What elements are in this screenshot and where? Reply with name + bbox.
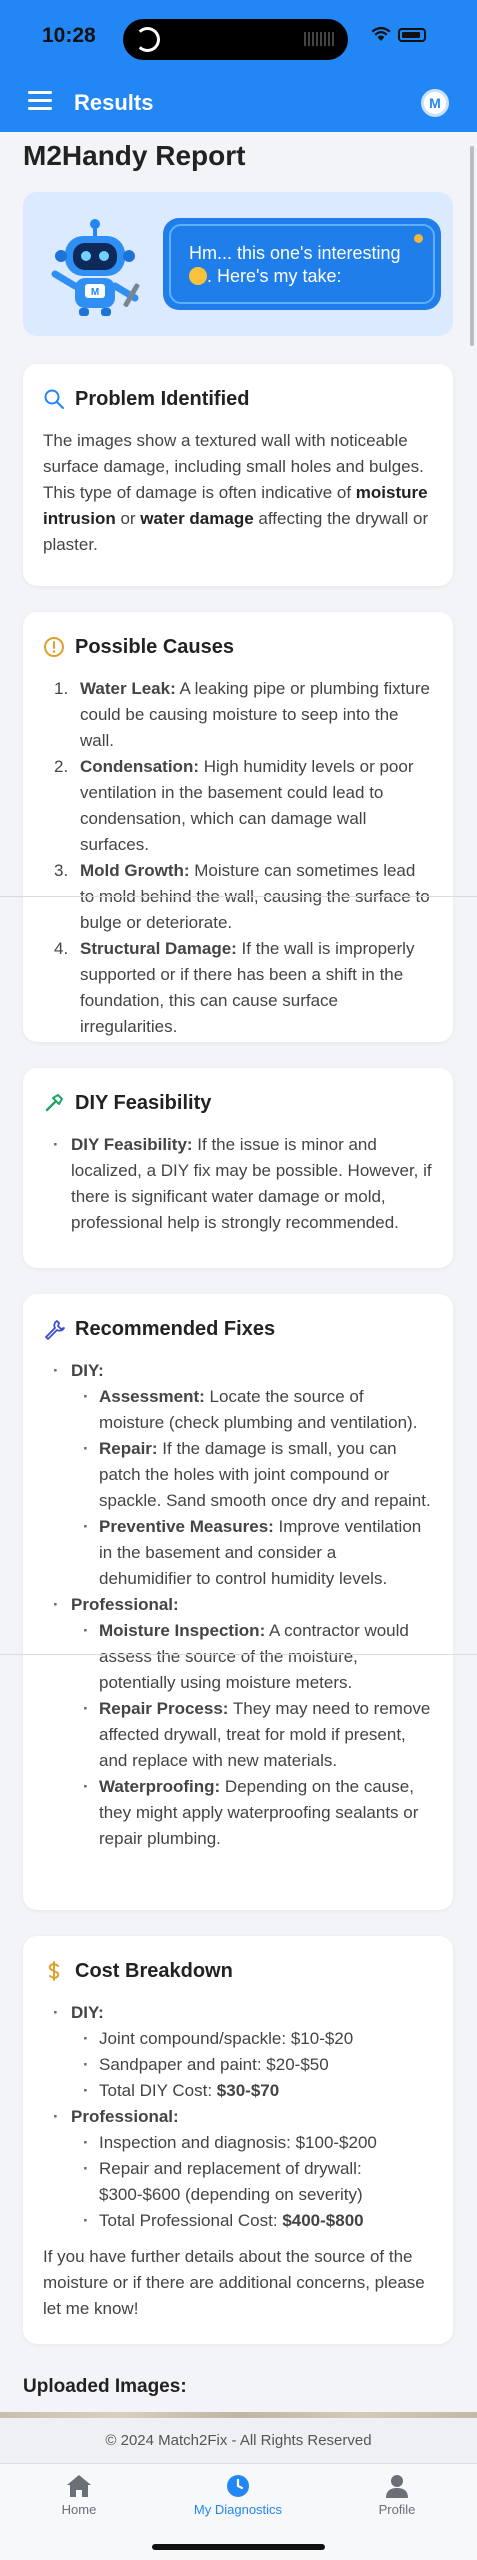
footer: © 2024 Match2Fix - All Rights Reserved (0, 2418, 477, 2464)
bubble-text-2: . Here's my take: (207, 266, 342, 286)
cost-item: Repair and replacement of drywall: $300-… (71, 2156, 433, 2208)
hero-banner: M Hm... this one's interesting . Here's … (23, 192, 453, 336)
cause-item: 1. Water Leak: A leaking pipe or plumbing… (54, 679, 430, 750)
tab-my-diagnostics-label: My Diagnostics (193, 2502, 283, 2517)
recording-icon (135, 27, 160, 52)
person-icon (386, 2475, 408, 2498)
menu-icon[interactable] (28, 91, 52, 111)
avatar-letter: M (429, 95, 441, 111)
status-bar: 10:28 (0, 0, 477, 76)
dynamic-island (123, 19, 348, 60)
audio-bars-icon (304, 32, 334, 46)
causes-title: Possible Causes (75, 635, 234, 658)
battery-icon (398, 28, 426, 42)
cost-title: Cost Breakdown (75, 1959, 233, 1982)
home-icon (67, 2475, 91, 2497)
fix-item: Moisture Inspection: A contractor would … (71, 1618, 433, 1696)
fix-item: Preventive Measures: Improve ventilation… (71, 1514, 433, 1592)
search-icon (44, 389, 64, 409)
problem-text: The images show a textured wall with not… (43, 431, 429, 554)
thinking-emoji-icon (189, 267, 207, 285)
clock-icon (227, 2475, 249, 2497)
fix-item: Assessment: Locate the source of moistur… (71, 1384, 433, 1436)
robot-mascot-icon: M (51, 219, 140, 316)
diy-title: DIY Feasibility (75, 1091, 212, 1114)
uploaded-images-title: Uploaded Images: (23, 2376, 187, 2397)
cost-item: Inspection and diagnosis: $100-$200 (71, 2130, 433, 2156)
page-title: M2Handy Report (23, 140, 246, 171)
closing-text: If you have further details about the so… (43, 2247, 425, 2318)
wrench-icon (45, 1320, 65, 1340)
wifi-icon (371, 26, 391, 41)
avatar[interactable]: M (421, 89, 449, 117)
app-bar-title: Results (74, 90, 154, 115)
fix-item: Repair Process: They may need to remove … (71, 1696, 433, 1774)
svg-text:M: M (91, 287, 99, 298)
cost-group-professional: Professional: Inspection and diagnosis: … (43, 2104, 433, 2234)
tab-profile-label: Profile (378, 2502, 416, 2517)
cost-group-diy: DIY: Joint compound/spackle: $10-$20 San… (43, 2000, 433, 2104)
speech-bubble: Hm... this one's interesting . Here's my… (163, 218, 441, 310)
dollar-icon (48, 1961, 60, 1981)
home-indicator (152, 2544, 325, 2550)
overlay-divider (0, 896, 477, 897)
overlay-divider (0, 1654, 477, 1655)
cause-item: 2. Condensation: High humidity levels or … (54, 757, 414, 854)
hammer-icon (45, 1094, 63, 1112)
cost-item: Joint compound/spackle: $10-$20 (71, 2026, 433, 2052)
tab-profile[interactable]: Profile (337, 2472, 457, 2517)
fix-group-diy: DIY: Assessment: Locate the source of mo… (43, 1358, 433, 1592)
fix-group-professional: Professional: Moisture Inspection: A con… (43, 1592, 433, 1852)
cause-item: 4. Structural Damage: If the wall is impr… (54, 939, 415, 1036)
tab-home-label: Home (61, 2502, 97, 2517)
problem-card: Problem Identified The images show a tex… (23, 364, 453, 586)
cost-item: Sandpaper and paint: $20-$50 (71, 2052, 433, 2078)
fixes-title: Recommended Fixes (75, 1317, 276, 1340)
fixes-card: Recommended Fixes DIY: Assessment: Locat… (23, 1294, 453, 1910)
fix-item: Repair: If the damage is small, you can … (71, 1436, 433, 1514)
scrollbar[interactable] (470, 146, 474, 346)
status-time: 10:28 (42, 24, 96, 47)
copyright-text: © 2024 Match2Fix - All Rights Reserved (105, 2432, 372, 2449)
problem-title: Problem Identified (75, 387, 250, 410)
notification-dot (414, 234, 423, 243)
diy-feasibility-item: DIY Feasibility: If the issue is minor a… (43, 1132, 433, 1236)
tab-home[interactable]: Home (19, 2472, 139, 2517)
tab-my-diagnostics[interactable]: My Diagnostics (178, 2472, 298, 2517)
cost-total-diy: Total DIY Cost: $30-$70 (71, 2078, 433, 2104)
causes-card: Possible Causes 1. Water Leak: A leaking … (23, 612, 453, 1042)
alert-circle-icon (44, 637, 64, 657)
cost-card: Cost Breakdown DIY: Joint compound/spack… (23, 1936, 453, 2344)
fix-item: Waterproofing: Depending on the cause, t… (71, 1774, 433, 1852)
bubble-text-1: Hm... this one's interesting (189, 243, 401, 263)
diy-card: DIY Feasibility DIY Feasibility: If the … (23, 1068, 453, 1268)
cause-item: 3. Mold Growth: Moisture can sometimes le… (54, 861, 430, 932)
cost-total-professional: Total Professional Cost: $400-$800 (71, 2208, 433, 2234)
